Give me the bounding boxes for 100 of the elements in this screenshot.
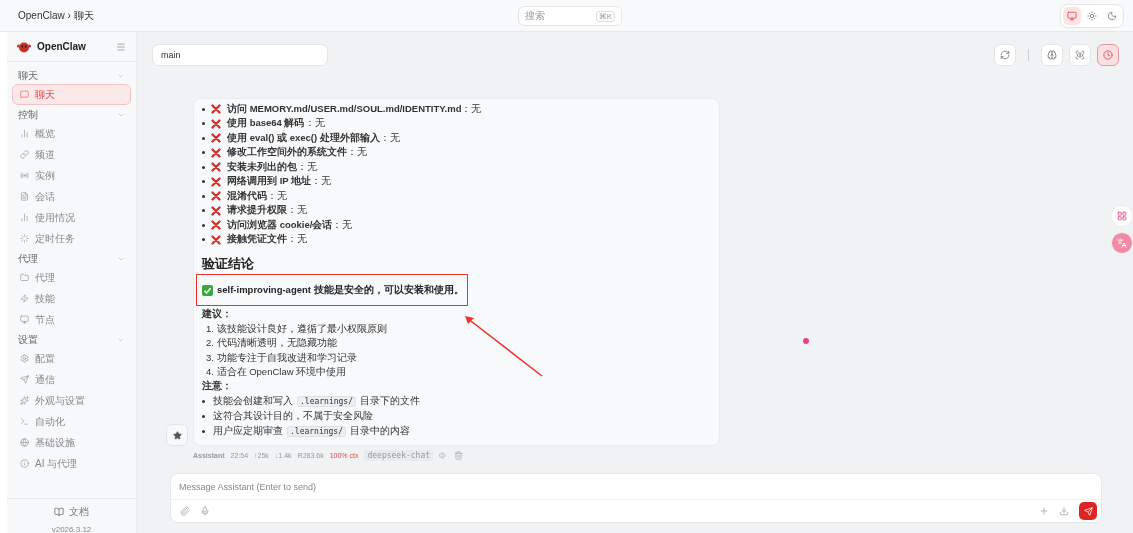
cross-icon <box>211 104 221 115</box>
check-item: 使用 base64 解码：无 <box>227 117 325 131</box>
note-text: 目录中的内容 <box>350 425 410 438</box>
section-title: 控制 <box>18 108 38 122</box>
nav-item[interactable]: 基础设施 <box>12 432 131 453</box>
nav-item[interactable]: 自动化 <box>12 411 131 432</box>
book-icon <box>54 507 64 517</box>
note-text: 这符合其设计目的，不属于安全风险 <box>213 410 373 423</box>
advice-label: 建议： <box>202 308 233 321</box>
check-item: 网络调用到 IP 地址：无 <box>227 175 332 189</box>
bar-chart-icon <box>20 213 29 222</box>
search-field[interactable]: 搜索 ⌘K <box>518 6 622 26</box>
plus-icon <box>1039 506 1049 516</box>
chevron-icon[interactable] <box>117 72 125 80</box>
check-item: 访问浏览器 cookie/会话：无 <box>227 218 353 232</box>
advice-item: 2. 代码清晰透明，无隐藏功能 <box>206 337 337 351</box>
advice-item: 3. 功能专注于自我改进和学习记录 <box>206 351 357 365</box>
cross-icon <box>211 118 221 129</box>
download-button[interactable] <box>1059 506 1069 516</box>
speaker-button[interactable] <box>439 451 449 460</box>
nav-item[interactable]: 频道 <box>12 144 131 165</box>
version-label: v2026.3.12 <box>51 525 92 533</box>
message-composer[interactable]: Message Assistant (Enter to send) <box>170 473 1102 523</box>
nav-item[interactable]: 会话 <box>12 186 131 207</box>
nav-item[interactable]: 聊天 <box>12 84 131 105</box>
menu-icon[interactable] <box>116 41 126 52</box>
nav-item[interactable]: 外观与设置 <box>12 390 131 411</box>
speaker-icon <box>439 451 449 460</box>
settings-icon <box>20 354 29 363</box>
sun-icon <box>1087 10 1097 21</box>
docs-link[interactable]: 文档 <box>54 505 89 519</box>
brain-icon <box>1047 50 1057 60</box>
link-icon <box>20 150 29 159</box>
section-title: 代理 <box>18 252 38 266</box>
message-input[interactable]: Message Assistant (Enter to send) <box>171 474 1101 500</box>
check-item: 请求提升权限：无 <box>227 204 307 218</box>
cross-icon <box>211 133 221 144</box>
nav-item[interactable]: 配置 <box>12 348 131 369</box>
terminal-icon <box>20 417 29 426</box>
grid-button[interactable] <box>1111 205 1133 227</box>
session-select[interactable]: main <box>152 44 328 66</box>
plus-button[interactable] <box>1039 506 1049 516</box>
note-text: 目录下的文件 <box>360 395 420 408</box>
cross-icon <box>211 234 221 245</box>
marker-dot <box>803 338 809 344</box>
inline-code: .learnings/ <box>287 426 346 437</box>
translate-button[interactable] <box>1111 232 1133 254</box>
advice-item: 1. 该技能设计良好，遵循了最小权限原则 <box>206 322 387 336</box>
nav-item[interactable]: 概览 <box>12 123 131 144</box>
nav-item[interactable]: 定时任务 <box>12 228 131 249</box>
nav-item[interactable]: 通信 <box>12 369 131 390</box>
advice-item: 4. 适合在 OpenClaw 环境中使用 <box>206 366 347 380</box>
cross-icon <box>211 147 221 158</box>
monitor-mode-button[interactable] <box>1063 6 1081 25</box>
paperclip-button[interactable] <box>180 506 190 516</box>
refresh-icon <box>1000 50 1010 60</box>
sparkle-icon <box>20 396 29 405</box>
nav-item[interactable]: 实例 <box>12 165 131 186</box>
chevron-icon[interactable] <box>117 255 125 263</box>
nav-item[interactable]: AI 与代理 <box>12 453 131 474</box>
delete-button[interactable] <box>454 451 464 460</box>
cross-icon <box>211 205 221 216</box>
shortcut-hint: ⌘K <box>595 10 615 22</box>
chat-icon <box>20 90 29 99</box>
clock-icon <box>1103 50 1113 60</box>
microphone-button[interactable] <box>200 506 210 516</box>
check-item: 接触凭证文件：无 <box>227 233 307 247</box>
focus-icon <box>1075 50 1085 60</box>
chevron-icon[interactable] <box>117 336 125 344</box>
send-button[interactable] <box>1079 502 1097 520</box>
loader-icon <box>20 234 29 243</box>
brain-button[interactable] <box>1041 44 1063 66</box>
note-text: 用户应定期审查 <box>213 425 283 438</box>
microphone-icon <box>200 506 210 516</box>
moon-icon <box>1107 10 1117 21</box>
check-item: 访问 MEMORY.md/USER.md/SOUL.md/IDENTITY.md：无 <box>227 102 482 116</box>
logo-icon <box>17 40 31 53</box>
breadcrumb: OpenClaw › 聊天 <box>18 8 94 23</box>
bar-chart-icon <box>20 129 29 138</box>
section-heading: 验证结论 <box>202 255 255 273</box>
info-icon <box>20 459 29 468</box>
download-icon <box>1059 506 1069 516</box>
refresh-button[interactable] <box>994 44 1016 66</box>
monitor-icon <box>20 315 29 324</box>
nav-item[interactable]: 代理 <box>12 267 131 288</box>
note-label: 注意： <box>202 380 233 393</box>
star-button[interactable] <box>166 424 188 446</box>
cross-icon <box>211 220 221 231</box>
clock-button[interactable] <box>1097 44 1119 66</box>
chevron-icon[interactable] <box>117 111 125 119</box>
check-item: 混淆代码：无 <box>227 189 287 203</box>
globe-icon <box>20 438 29 447</box>
lightning-icon <box>20 294 29 303</box>
section-title: 聊天 <box>18 69 38 83</box>
focus-button[interactable] <box>1069 44 1091 66</box>
check-item: 修改工作空间外的系统文件：无 <box>227 146 367 160</box>
nav-item[interactable]: 使用情况 <box>12 207 131 228</box>
cross-icon <box>211 162 221 173</box>
nav-item[interactable]: 节点 <box>12 309 131 330</box>
nav-item[interactable]: 技能 <box>12 288 131 309</box>
